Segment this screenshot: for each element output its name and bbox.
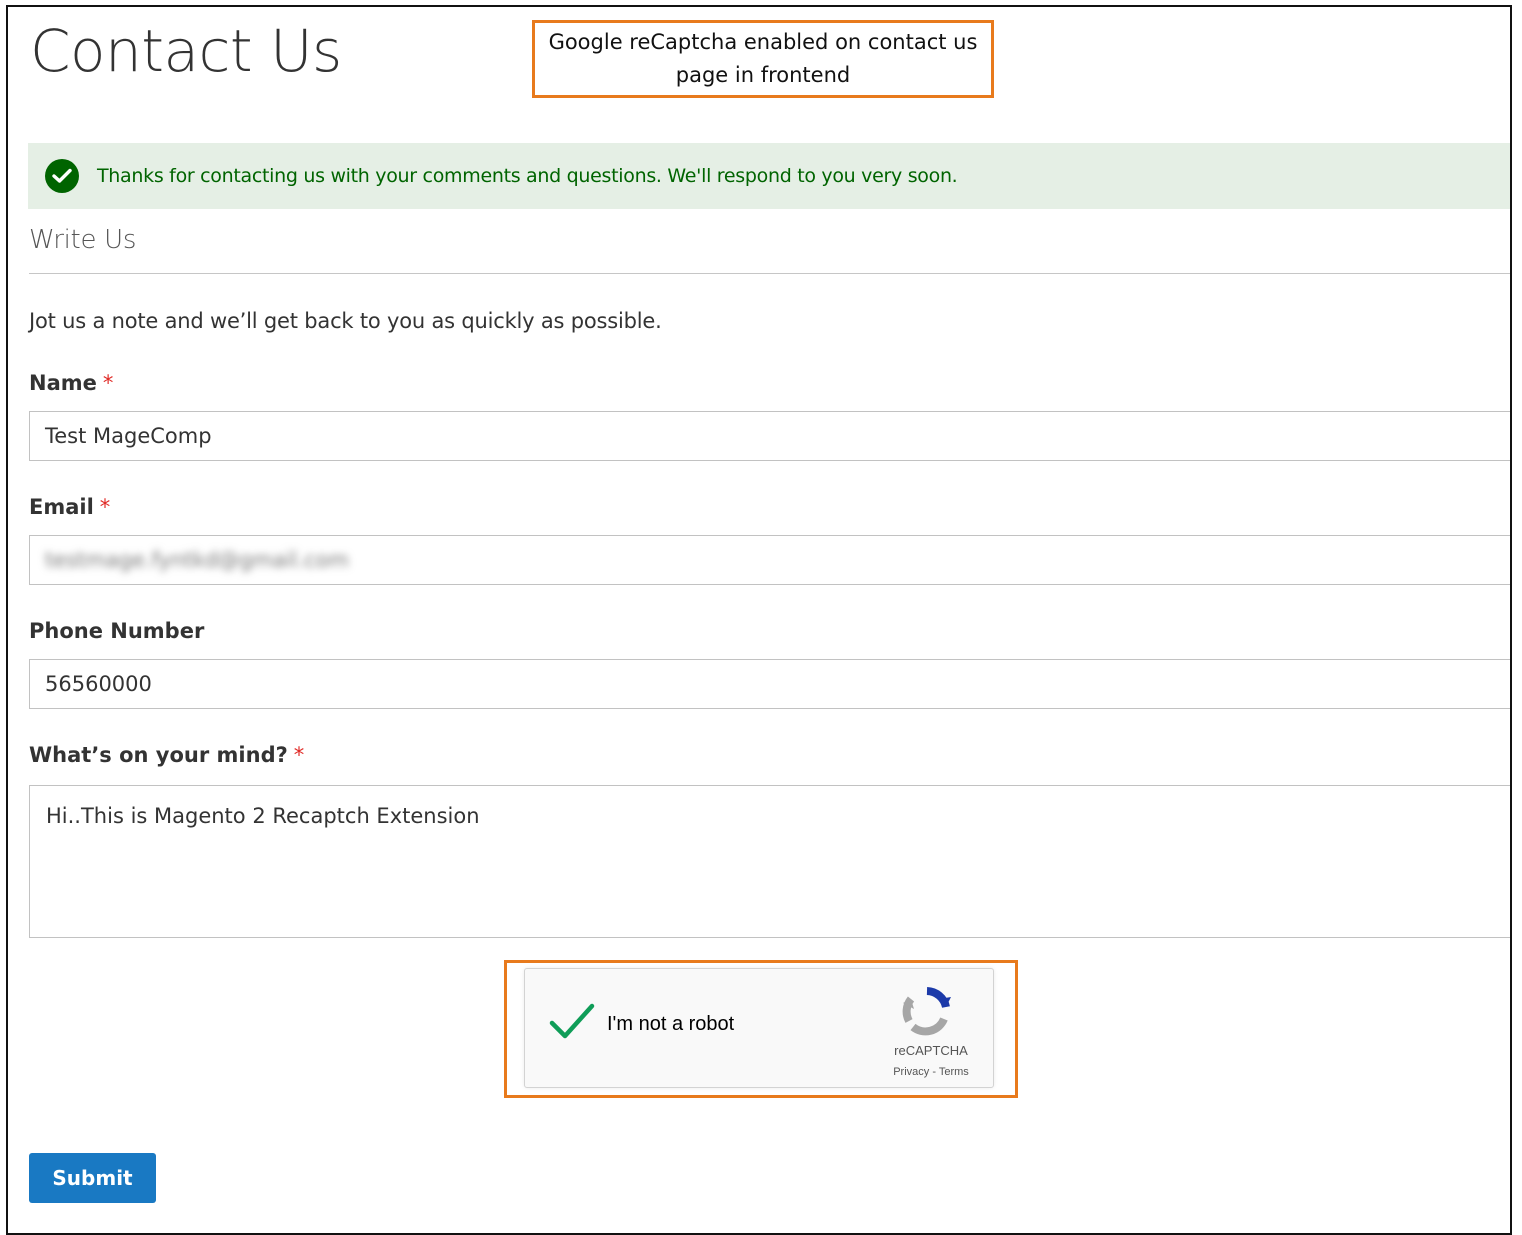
phone-field[interactable]: 56560000 <box>29 659 1510 709</box>
name-value: Test MageComp <box>45 424 212 448</box>
legend-divider <box>29 273 1510 274</box>
annotation-callout: Google reCaptcha enabled on contact us p… <box>532 20 994 98</box>
recaptcha-logo-icon <box>901 985 953 1042</box>
page-title: Contact Us <box>30 17 342 85</box>
success-message: Thanks for contacting us with your comme… <box>28 143 1510 209</box>
page-frame: Contact Us Google reCaptcha enabled on c… <box>6 5 1512 1235</box>
name-label: Name * <box>29 371 113 395</box>
recaptcha-label: I'm not a robot <box>607 1013 735 1035</box>
recaptcha-widget: I'm not a robot reCAPTCHA Privacy - Term… <box>524 968 994 1088</box>
form-intro: Jot us a note and we’ll get back to you … <box>29 309 662 333</box>
recaptcha-brand: reCAPTCHA <box>894 1043 968 1058</box>
email-value: testmage.fyntkd@gmail.com <box>45 548 349 572</box>
phone-label: Phone Number <box>29 619 205 643</box>
form-legend: Write Us <box>29 225 137 255</box>
phone-value: 56560000 <box>45 672 152 696</box>
recaptcha-checkbox[interactable] <box>549 1003 595 1046</box>
email-field[interactable]: testmage.fyntkd@gmail.com <box>29 535 1510 585</box>
required-mark: * <box>99 495 111 519</box>
required-mark: * <box>102 371 114 395</box>
success-text: Thanks for contacting us with your comme… <box>97 165 958 187</box>
submit-button[interactable]: Submit <box>29 1153 156 1203</box>
annotation-text: Google reCaptcha enabled on contact us p… <box>548 30 978 87</box>
comment-value: Hi..This is Magento 2 Recaptch Extension <box>46 804 480 828</box>
name-field[interactable]: Test MageComp <box>29 411 1510 461</box>
required-mark: * <box>293 743 305 767</box>
recaptcha-privacy-terms-link[interactable]: Privacy - Terms <box>871 1066 991 1078</box>
comment-label-text: What’s on your mind? <box>29 743 288 767</box>
comment-label: What’s on your mind? * <box>29 743 304 767</box>
checkmark-icon <box>549 1003 595 1039</box>
email-label-text: Email <box>29 495 94 519</box>
check-circle-icon <box>45 159 79 193</box>
email-label: Email * <box>29 495 110 519</box>
name-label-text: Name <box>29 371 97 395</box>
comment-textarea[interactable]: Hi..This is Magento 2 Recaptch Extension <box>29 785 1510 938</box>
